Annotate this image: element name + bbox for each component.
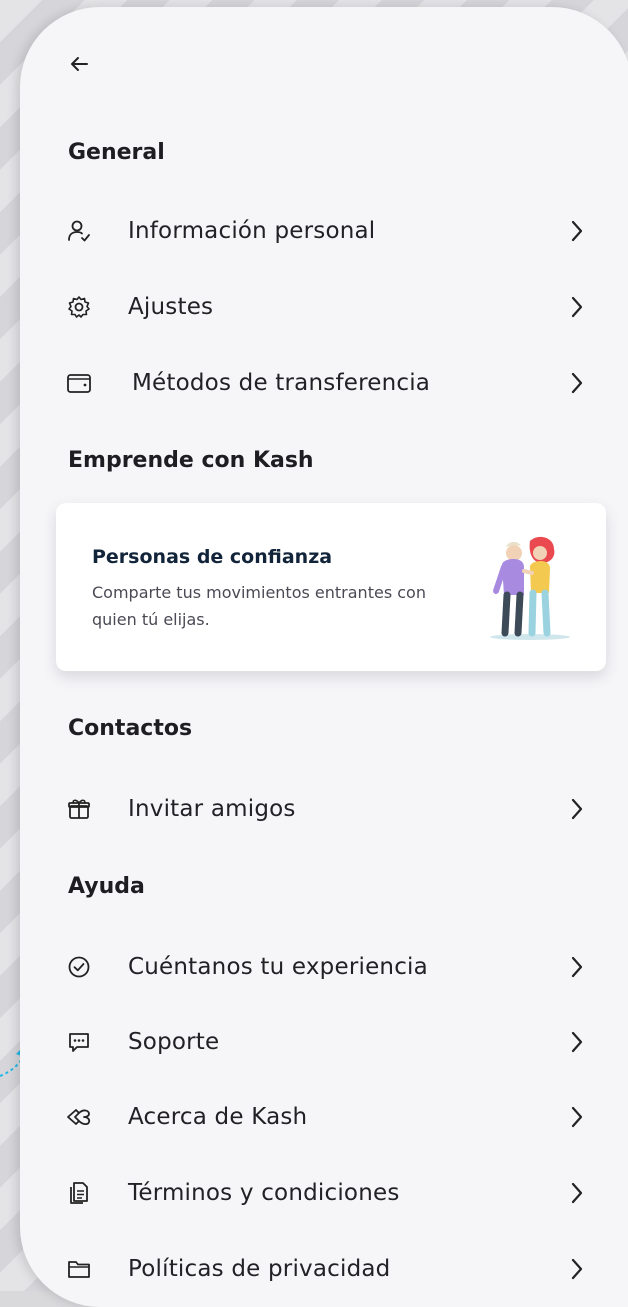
section-title-emprende: Emprende con Kash: [68, 448, 314, 473]
menu-item-ajustes[interactable]: Ajustes: [64, 281, 584, 333]
menu-item-soporte[interactable]: Soporte: [64, 1016, 584, 1068]
menu-item-politicas-de-privacidad[interactable]: Políticas de privacidad: [64, 1243, 584, 1295]
menu-item-label: Soporte: [128, 1029, 220, 1055]
people-illustration: [490, 536, 570, 640]
menu-item-label: Términos y condiciones: [128, 1180, 400, 1206]
trusted-people-card[interactable]: Personas de confianza Comparte tus movim…: [56, 503, 606, 671]
gift-icon: [64, 794, 94, 824]
menu-item-label: Métodos de transferencia: [132, 370, 431, 396]
menu-item-label: Cuéntanos tu experiencia: [128, 954, 428, 980]
menu-item-terminos-y-condiciones[interactable]: Términos y condiciones: [64, 1167, 584, 1219]
menu-item-cuentanos-tu-experiencia[interactable]: Cuéntanos tu experiencia: [64, 941, 584, 993]
menu-item-label: Políticas de privacidad: [128, 1256, 391, 1282]
check-circle-icon: [64, 952, 94, 982]
back-button[interactable]: [64, 49, 94, 79]
section-title-ayuda: Ayuda: [68, 874, 145, 899]
menu-item-acerca-de-kash[interactable]: Acerca de Kash: [64, 1091, 584, 1143]
chevron-right-icon: [562, 952, 584, 982]
wallet-icon: [64, 368, 94, 398]
user-check-icon: [64, 216, 94, 246]
chevron-right-icon: [562, 1254, 584, 1284]
chevron-right-icon: [562, 1027, 584, 1057]
chevron-right-icon: [562, 1178, 584, 1208]
settings-screen: General Información personal Ajustes Mét…: [20, 7, 628, 1307]
chevron-right-icon: [562, 794, 584, 824]
menu-item-label: Acerca de Kash: [128, 1104, 308, 1130]
gear-icon: [64, 292, 94, 322]
menu-item-label: Ajustes: [128, 294, 214, 320]
menu-item-invitar-amigos[interactable]: Invitar amigos: [64, 783, 584, 835]
chevron-right-icon: [562, 292, 584, 322]
chat-icon: [64, 1027, 94, 1057]
kash-logo-icon: [64, 1102, 94, 1132]
menu-item-label: Información personal: [128, 218, 376, 244]
arrow-left-icon: [71, 57, 88, 71]
section-title-general: General: [68, 140, 165, 165]
document-icon: [64, 1178, 94, 1208]
menu-item-informacion-personal[interactable]: Información personal: [64, 205, 584, 257]
menu-item-label: Invitar amigos: [128, 796, 296, 822]
menu-item-metodos-de-transferencia[interactable]: Métodos de transferencia: [64, 357, 584, 409]
section-title-contactos: Contactos: [68, 716, 193, 741]
card-description: Comparte tus movimientos entrantes con q…: [92, 583, 426, 629]
card-title: Personas de confianza: [92, 546, 333, 568]
chevron-right-icon: [562, 1102, 584, 1132]
chevron-right-icon: [562, 368, 584, 398]
chevron-right-icon: [562, 216, 584, 246]
folder-icon: [64, 1254, 94, 1284]
